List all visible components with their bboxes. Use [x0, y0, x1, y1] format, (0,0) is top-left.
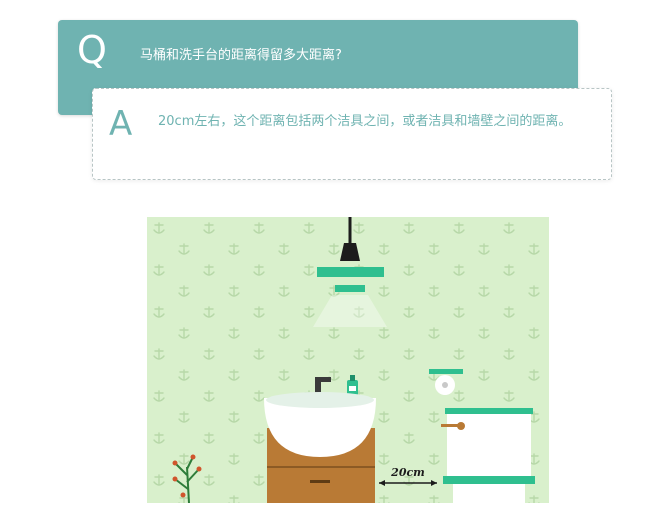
answer-letter: A	[109, 104, 133, 144]
question-letter: Q	[77, 28, 107, 72]
answer-text: 20cm左右，这个距离包括两个洁具之间，或者洁具和墙壁之间的距离。	[158, 114, 572, 129]
bathroom-illustration: 20cm	[147, 217, 549, 503]
toilet-icon	[441, 408, 535, 503]
distance-label: 20cm	[390, 466, 425, 479]
question-text: 马桶和洗手台的距离得留多大距离?	[140, 48, 342, 63]
